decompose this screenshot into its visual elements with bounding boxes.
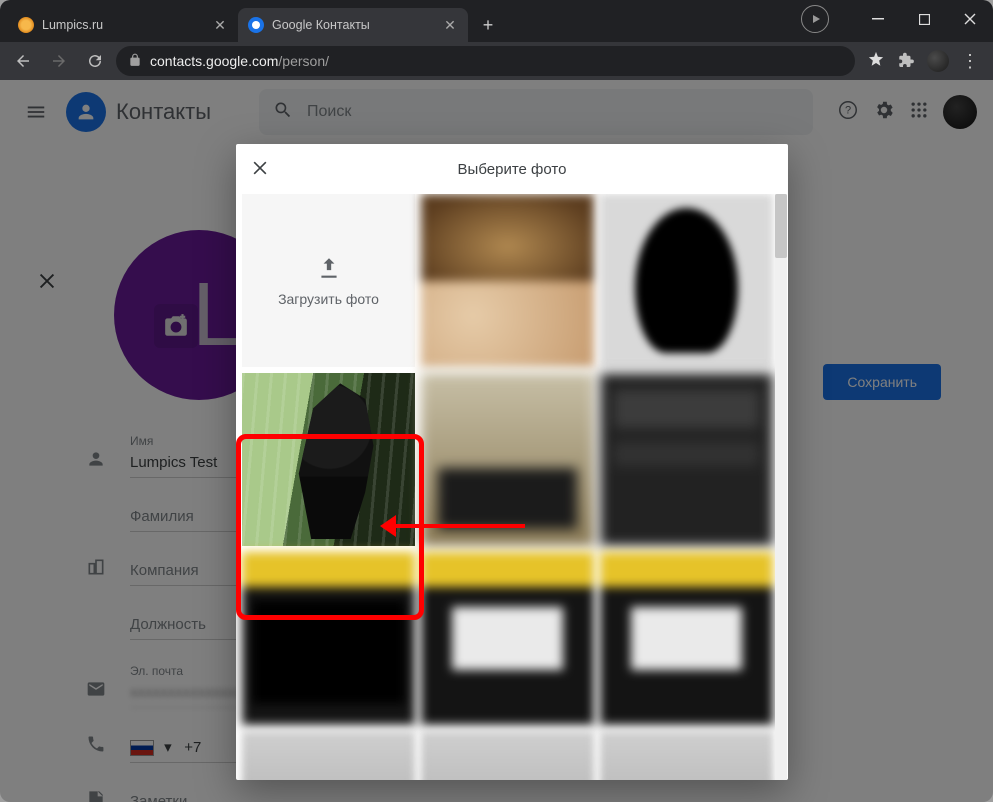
- scrollbar-track[interactable]: [775, 194, 787, 780]
- extensions-icon[interactable]: [897, 52, 915, 70]
- close-tab-icon[interactable]: ✕: [442, 17, 458, 33]
- nav-back-button[interactable]: [8, 46, 38, 76]
- modal-close-icon[interactable]: [250, 158, 274, 182]
- photo-tile[interactable]: [242, 552, 415, 725]
- tab-title: Lumpics.ru: [42, 18, 212, 32]
- photo-tile[interactable]: [600, 731, 773, 780]
- close-tab-icon[interactable]: ✕: [212, 17, 228, 33]
- new-tab-button[interactable]: +: [474, 11, 502, 39]
- modal-header: Выберите фото: [236, 144, 788, 194]
- photo-tile[interactable]: [421, 731, 594, 780]
- nav-forward-button[interactable]: [44, 46, 74, 76]
- tab-strip: Lumpics.ru ✕ Google Контакты ✕ +: [0, 8, 502, 42]
- window-maximize-button[interactable]: [901, 3, 947, 35]
- window-close-button[interactable]: [947, 3, 993, 35]
- browser-tab-contacts[interactable]: Google Контакты ✕: [238, 8, 468, 42]
- photo-tile[interactable]: [600, 194, 773, 367]
- photo-grid-container: Загрузить фото: [236, 194, 788, 780]
- profile-avatar-icon[interactable]: [927, 50, 949, 72]
- upload-label: Загрузить фото: [278, 291, 379, 307]
- upload-photo-tile[interactable]: Загрузить фото: [242, 194, 415, 367]
- favicon-google-contacts: [248, 17, 264, 33]
- titlebar: Lumpics.ru ✕ Google Контакты ✕ +: [0, 0, 993, 42]
- photo-grid: Загрузить фото: [236, 194, 788, 780]
- upload-icon: [316, 255, 342, 281]
- tab-title: Google Контакты: [272, 18, 442, 32]
- photo-tile[interactable]: [600, 373, 773, 546]
- scrollbar-thumb[interactable]: [775, 194, 787, 258]
- favicon-lumpics: [18, 17, 34, 33]
- toolbar-right: ⋮: [861, 50, 985, 73]
- photo-tile[interactable]: [242, 731, 415, 780]
- photo-tile[interactable]: [421, 552, 594, 725]
- nav-reload-button[interactable]: [80, 46, 110, 76]
- window-minimize-button[interactable]: [855, 3, 901, 35]
- photo-picker-modal: Выберите фото Загрузить фото: [236, 144, 788, 780]
- photo-tile[interactable]: [600, 552, 773, 725]
- photo-tile[interactable]: [242, 373, 415, 546]
- address-bar: contacts.google.com/person/ ⋮: [0, 42, 993, 80]
- modal-title: Выберите фото: [458, 161, 567, 178]
- chrome-window: Lumpics.ru ✕ Google Контакты ✕ + contact…: [0, 0, 993, 802]
- url-text: contacts.google.com/person/: [150, 53, 329, 69]
- chrome-menu-icon[interactable]: ⋮: [961, 51, 979, 72]
- browser-tab-lumpics[interactable]: Lumpics.ru ✕: [8, 8, 238, 42]
- lock-icon: [128, 53, 142, 70]
- omnibox[interactable]: contacts.google.com/person/: [116, 46, 855, 76]
- photo-tile[interactable]: [421, 373, 594, 546]
- window-controls: [801, 0, 993, 38]
- photo-tile[interactable]: [421, 194, 594, 367]
- page-viewport: Контакты Поиск ? L Сохранить: [0, 80, 993, 802]
- bookmark-icon[interactable]: [867, 50, 885, 73]
- media-control-icon[interactable]: [801, 5, 829, 33]
